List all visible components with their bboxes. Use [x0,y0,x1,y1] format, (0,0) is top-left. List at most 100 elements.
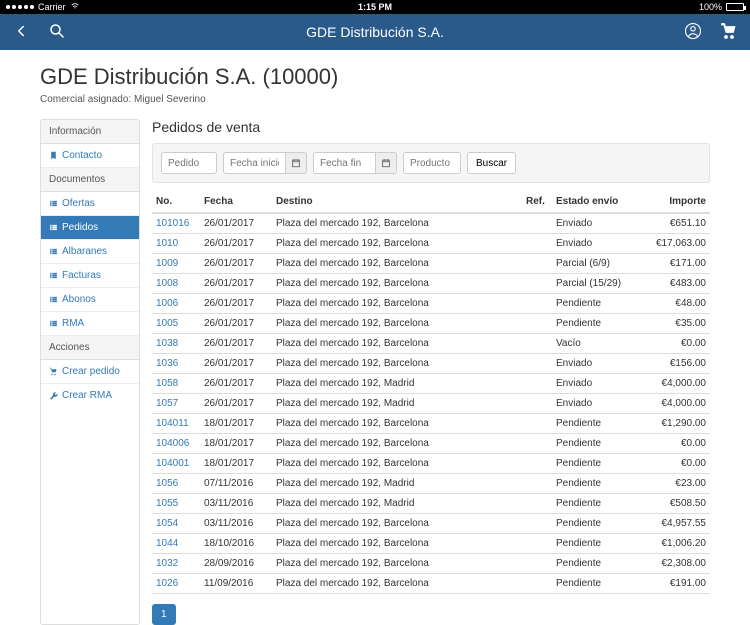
cell-no: 1055 [152,494,200,514]
table-row: 103626/01/2017Plaza del mercado 192, Bar… [152,354,710,374]
cell-ref [522,494,552,514]
order-link[interactable]: 1010 [156,238,178,249]
cell-destino: Plaza del mercado 192, Barcelona [272,334,522,354]
cart-icon[interactable] [720,22,738,43]
sidebar-item-contacto[interactable]: Contacto [41,144,139,168]
cell-no: 1010 [152,234,200,254]
user-icon[interactable] [684,22,702,43]
cell-destino: Plaza del mercado 192, Barcelona [272,314,522,334]
cell-destino: Plaza del mercado 192, Barcelona [272,574,522,594]
cell-importe: €483.00 [640,274,710,294]
sidebar-item-crear-pedido[interactable]: Crear pedido [41,360,139,384]
sidebar-item-label: Ofertas [62,198,95,209]
sidebar-item-ofertas[interactable]: Ofertas [41,192,139,216]
cell-fecha: 26/01/2017 [200,254,272,274]
cell-no: 1005 [152,314,200,334]
sidebar-item-crear-rma[interactable]: Crear RMA [41,384,139,407]
cell-estado: Parcial (15/29) [552,274,640,294]
cell-estado: Enviado [552,374,640,394]
search-icon[interactable] [48,22,66,43]
bookmark-icon [49,151,58,160]
sidebar-item-label: Crear pedido [62,366,120,377]
cell-destino: Plaza del mercado 192, Barcelona [272,254,522,274]
filter-fecha-fin-input[interactable] [313,152,375,174]
cell-estado: Pendiente [552,474,640,494]
order-link[interactable]: 1005 [156,318,178,329]
table-row: 10401118/01/2017Plaza del mercado 192, B… [152,414,710,434]
cell-fecha: 18/01/2017 [200,454,272,474]
order-link[interactable]: 1036 [156,358,178,369]
cell-no: 104001 [152,454,200,474]
order-link[interactable]: 1056 [156,478,178,489]
sidebar-item-albaranes[interactable]: Albaranes [41,240,139,264]
cell-fecha: 26/01/2017 [200,234,272,254]
cell-fecha: 11/09/2016 [200,574,272,594]
sidebar-item-rma[interactable]: RMA [41,312,139,336]
filter-fecha-inicio-input[interactable] [223,152,285,174]
calendar-icon[interactable] [375,152,397,174]
cell-no: 1006 [152,294,200,314]
cart-icon [49,367,58,376]
order-link[interactable]: 104006 [156,438,189,449]
table-row: 10400618/01/2017Plaza del mercado 192, B… [152,434,710,454]
table-row: 101026/01/2017Plaza del mercado 192, Bar… [152,234,710,254]
table-row: 100826/01/2017Plaza del mercado 192, Bar… [152,274,710,294]
order-link[interactable]: 1026 [156,578,178,589]
table-row: 1009 26/01/2017Plaza del mercado 192, Bar… [152,254,710,274]
filter-pedido-input[interactable] [161,152,217,174]
order-link[interactable]: 104001 [156,458,189,469]
table-row: 105403/11/2016Plaza del mercado 192, Bar… [152,514,710,534]
col-destino: Destino [272,191,522,213]
search-button[interactable]: Buscar [467,152,516,174]
order-link[interactable]: 1055 [156,498,178,509]
cell-destino: Plaza del mercado 192, Barcelona [272,274,522,294]
order-link[interactable]: 1009 [156,258,178,269]
table-row: 10400118/01/2017Plaza del mercado 192, B… [152,454,710,474]
cell-estado: Pendiente [552,294,640,314]
order-link[interactable]: 1057 [156,398,178,409]
order-link[interactable]: 1054 [156,518,178,529]
cell-fecha: 26/01/2017 [200,334,272,354]
cell-importe: €1,290.00 [640,414,710,434]
order-link[interactable]: 1038 [156,338,178,349]
order-link[interactable]: 104011 [156,418,189,429]
order-link[interactable]: 1032 [156,558,178,569]
table-row: 1026 11/09/2016Plaza del mercado 192, Bar… [152,574,710,594]
order-link[interactable]: 1044 [156,538,178,549]
cell-ref [522,213,552,234]
sidebar-header: Información [41,120,139,144]
cell-importe: €0.00 [640,334,710,354]
cell-ref [522,314,552,334]
cell-ref [522,374,552,394]
page-1-button[interactable]: 1 [152,604,176,625]
col-importe: Importe [640,191,710,213]
cell-destino: Plaza del mercado 192, Barcelona [272,414,522,434]
cell-estado: Parcial (6/9) [552,254,640,274]
back-button[interactable] [12,22,30,43]
orders-table: No. Fecha Destino Ref. Estado envío Impo… [152,191,710,594]
sidebar-item-abonos[interactable]: Abonos [41,288,139,312]
order-link[interactable]: 1006 [156,298,178,309]
sidebar-item-label: Facturas [62,270,101,281]
sidebar-item-label: Crear RMA [62,390,112,401]
order-link[interactable]: 101016 [156,218,189,229]
wifi-icon [70,1,80,13]
cell-ref [522,234,552,254]
cell-importe: €48.00 [640,294,710,314]
filter-producto-input[interactable] [403,152,461,174]
table-row: 105607/11/2016Plaza del mercado 192, Mad… [152,474,710,494]
cell-importe: €2,308.00 [640,554,710,574]
col-estado: Estado envío [552,191,640,213]
order-link[interactable]: 1008 [156,278,178,289]
sidebar-item-facturas[interactable]: Facturas [41,264,139,288]
order-link[interactable]: 1058 [156,378,178,389]
calendar-icon[interactable] [285,152,307,174]
cell-estado: Pendiente [552,314,640,334]
cell-fecha: 03/11/2016 [200,514,272,534]
cell-fecha: 18/10/2016 [200,534,272,554]
cell-no: 101016 [152,213,200,234]
list-icon [49,271,58,280]
cell-ref [522,554,552,574]
sidebar-item-pedidos[interactable]: Pedidos [41,216,139,240]
cell-fecha: 26/01/2017 [200,294,272,314]
